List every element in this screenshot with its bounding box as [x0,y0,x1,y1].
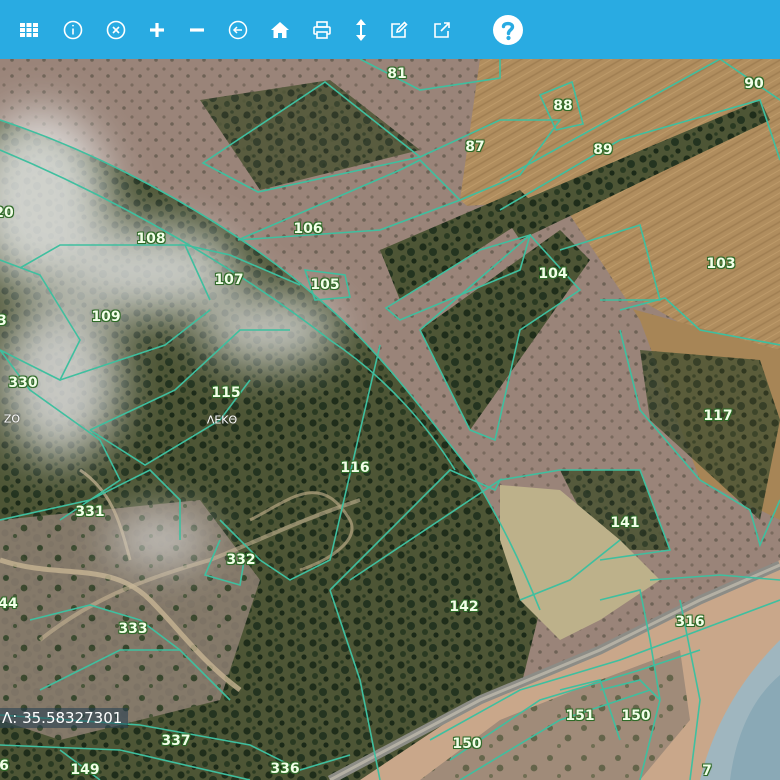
place-label: ΖΟ [3,412,21,426]
parcel-label[interactable]: 333 [118,621,147,637]
parcel-label[interactable]: 316 [675,614,704,630]
parcel-label[interactable]: 108 [136,231,165,247]
parcel-label[interactable]: 332 [226,552,255,568]
info-button[interactable] [56,12,90,48]
parcel-label[interactable]: 109 [91,309,120,325]
parcel-label[interactable]: 44 [0,596,18,612]
circle-x-icon [106,20,126,40]
grid-icon [20,23,38,37]
parcel-label[interactable]: 116 [340,460,369,476]
parcel-label[interactable]: 81 [387,66,406,82]
parcel-label[interactable]: 20 [0,205,14,221]
top-toolbar [0,0,780,59]
parcel-label[interactable]: 117 [703,408,732,424]
parcel-label[interactable]: 141 [610,515,639,531]
parcel-label[interactable]: 150 [452,736,481,752]
home-icon [271,22,289,38]
grid-menu-button[interactable] [12,12,46,48]
print-button[interactable] [305,12,339,48]
parcel-label[interactable]: 331 [75,504,104,520]
aerial-imagery [0,59,780,780]
parcel-label[interactable]: 115 [211,385,240,401]
parcel-label[interactable]: 7 [702,763,712,779]
zoom-out-button[interactable] [180,12,214,48]
parcel-label[interactable]: 106 [293,221,322,237]
measure-button[interactable] [344,12,378,48]
parcel-label[interactable]: 337 [161,733,190,749]
parcel-label[interactable]: 336 [270,761,299,777]
back-button[interactable] [221,12,255,48]
minus-icon [190,28,204,32]
parcel-label[interactable]: 90 [744,76,763,92]
circle-arrow-left-icon [228,20,248,40]
parcel-label[interactable]: 330 [8,375,37,391]
zoom-in-button[interactable] [140,12,174,48]
vertical-arrows-icon [356,19,366,41]
parcel-label[interactable]: 89 [593,142,612,158]
parcel-label[interactable]: 104 [538,266,567,282]
place-label: ΛΕΚΘ [206,413,238,427]
parcel-label[interactable]: 103 [706,256,735,272]
plus-icon [150,23,164,37]
map-view[interactable]: 81 88 90 87 89 20 108 106 107 105 104 10… [0,59,780,780]
home-button[interactable] [263,12,297,48]
printer-icon [313,21,331,39]
question-circle-icon [493,15,523,45]
parcel-label[interactable]: 150 [621,708,650,724]
help-button[interactable] [489,11,527,49]
parcel-label[interactable]: 88 [553,98,572,114]
edit-button[interactable] [382,12,416,48]
edit-icon [391,21,408,38]
parcel-label[interactable]: 149 [70,762,99,778]
parcel-label[interactable]: 105 [310,277,339,293]
external-link-button[interactable] [425,12,459,48]
external-link-icon [434,22,450,38]
coordinate-readout: Λ: 35.58327301 [0,708,129,728]
parcel-label[interactable]: 87 [465,139,484,155]
clear-button[interactable] [99,12,133,48]
parcel-label[interactable]: 6 [0,758,9,774]
parcel-label[interactable]: 107 [214,272,243,288]
parcel-label[interactable]: 151 [565,708,594,724]
info-icon [63,20,83,40]
parcel-label[interactable]: 142 [449,599,478,615]
parcel-label[interactable]: 3 [0,313,7,329]
